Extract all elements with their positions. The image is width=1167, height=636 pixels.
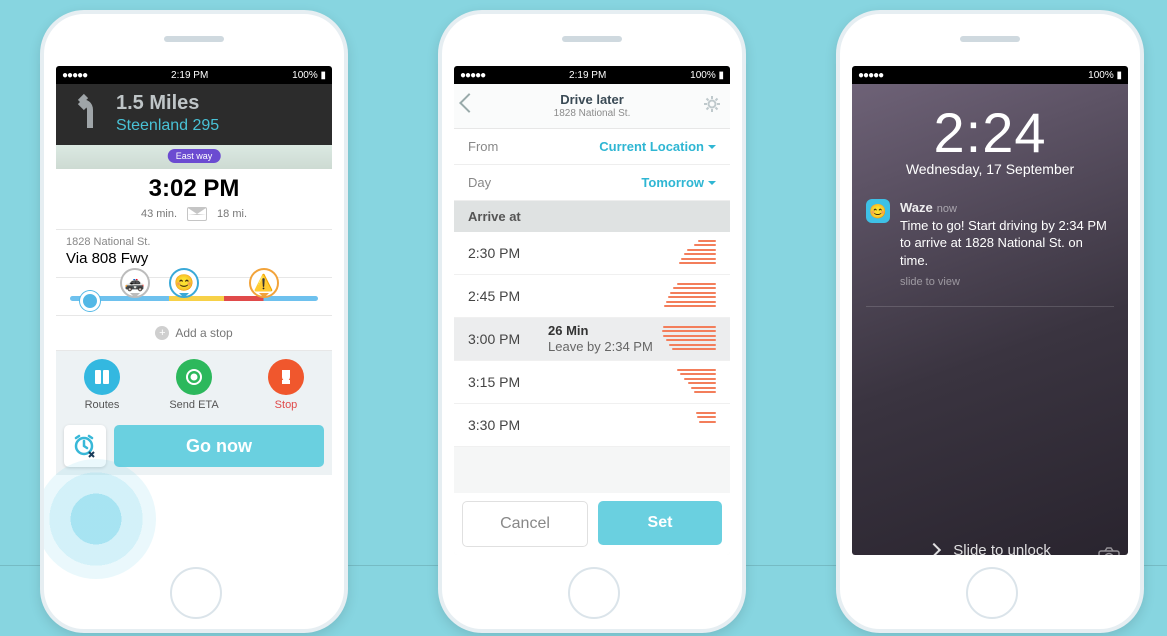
- stop-icon: [268, 359, 304, 395]
- header: Drive later 1828 National St.: [454, 84, 730, 129]
- destination-address: 1828 National St.: [66, 236, 322, 248]
- time-slot[interactable]: 2:45 PM: [454, 275, 730, 318]
- progress-handle[interactable]: [80, 291, 100, 311]
- status-time: 2:19 PM: [171, 70, 208, 81]
- battery-label: 100% ▮: [690, 70, 724, 81]
- time-slot-selected[interactable]: 3:00 PM 26 Min Leave by 2:34 PM: [454, 318, 730, 361]
- nav-instruction: 1.5 Miles Steenland 295: [56, 84, 332, 145]
- chevron-down-icon: [708, 145, 716, 153]
- phone-drive-later: ●●●●● 2:19 PM 100% ▮ Drive later 1828 Na…: [438, 10, 746, 633]
- eta-card: 3:02 PM 43 min. 18 mi.: [56, 169, 332, 230]
- add-stop-label: Add a stop: [175, 326, 232, 340]
- gear-icon[interactable]: [702, 94, 722, 114]
- phone-lockscreen: ●●●●● 100% ▮ 2:24 Wednesday, 17 Septembe…: [836, 10, 1144, 633]
- report-car-icon[interactable]: 🚓: [120, 268, 150, 298]
- battery-label: 100% ▮: [292, 70, 326, 81]
- route-name-pill: East way: [168, 149, 221, 163]
- header-title: Drive later: [554, 92, 631, 108]
- send-eta-button[interactable]: Send ETA: [148, 351, 240, 417]
- send-eta-icon: [176, 359, 212, 395]
- turn-left-icon: [66, 92, 106, 132]
- destination-card[interactable]: 1828 National St. Via 808 Fwy: [56, 230, 332, 278]
- arrive-at-header: Arrive at: [454, 201, 730, 232]
- routes-icon: [84, 359, 120, 395]
- chevron-down-icon: [708, 181, 716, 189]
- waze-app-icon: 😊: [866, 199, 890, 223]
- stop-button[interactable]: Stop: [240, 351, 332, 417]
- clock-time: 2:24: [852, 100, 1128, 165]
- from-value: Current Location: [599, 139, 704, 154]
- time-picker[interactable]: 2:30 PM 2:45 PM 3:00 PM 26 Min Leave by …: [454, 232, 730, 447]
- report-hazard-icon[interactable]: ⚠️: [249, 268, 279, 298]
- cancel-button[interactable]: Cancel: [462, 501, 588, 547]
- drive-later-button[interactable]: [64, 425, 106, 467]
- report-wazer-icon[interactable]: 😊: [169, 268, 199, 298]
- bottom-bar: Go now: [56, 417, 332, 475]
- time-slot[interactable]: 3:15 PM: [454, 361, 730, 404]
- time-slot[interactable]: 3:30 PM: [454, 404, 730, 447]
- action-row: Routes Send ETA Stop: [56, 351, 332, 417]
- status-bar: ●●●●● 100% ▮: [852, 66, 1128, 84]
- plus-icon: +: [155, 326, 169, 340]
- routes-button[interactable]: Routes: [56, 351, 148, 417]
- signal-icon: ●●●●●: [858, 70, 883, 81]
- battery-label: 100% ▮: [1088, 70, 1122, 81]
- eta-duration: 43 min.: [141, 208, 177, 220]
- destination-via: Via 808 Fwy: [66, 250, 322, 267]
- go-now-button[interactable]: Go now: [114, 425, 324, 467]
- selected-details: 26 Min Leave by 2:34 PM: [548, 323, 653, 354]
- day-row[interactable]: Day Tomorrow: [454, 165, 730, 201]
- clock-date: Wednesday, 17 September: [852, 161, 1128, 177]
- day-value: Tomorrow: [641, 175, 704, 190]
- phone-navigation: ●●●●● 2:19 PM 100% ▮ 1.5 Miles Steenland…: [40, 10, 348, 633]
- envelope-icon: [187, 207, 207, 221]
- eta-distance: 18 mi.: [217, 208, 247, 220]
- header-subtitle: 1828 National St.: [554, 108, 631, 120]
- back-icon[interactable]: [459, 93, 479, 113]
- clock-icon: [72, 433, 98, 459]
- nav-road: Steenland 295: [116, 117, 219, 135]
- lock-clock: 2:24 Wednesday, 17 September: [852, 84, 1128, 177]
- notification-body: Time to go! Start driving by 2:34 PM to …: [900, 217, 1114, 270]
- status-time: 2:19 PM: [569, 70, 606, 81]
- time-slot[interactable]: 2:30 PM: [454, 232, 730, 275]
- signal-icon: ●●●●●: [460, 70, 485, 81]
- signal-icon: ●●●●●: [62, 70, 87, 81]
- notification-hint: slide to view: [900, 275, 1114, 290]
- status-bar: ●●●●● 2:19 PM 100% ▮: [56, 66, 332, 84]
- slide-to-unlock[interactable]: Slide to unlock: [852, 542, 1128, 555]
- eta-time: 3:02 PM: [56, 175, 332, 203]
- from-row[interactable]: From Current Location: [454, 129, 730, 165]
- map-peek: East way: [56, 145, 332, 169]
- notification[interactable]: 😊 Wazenow Time to go! Start driving by 2…: [866, 199, 1114, 307]
- add-stop-button[interactable]: + Add a stop: [56, 316, 332, 351]
- camera-icon[interactable]: [1098, 547, 1120, 555]
- set-button[interactable]: Set: [598, 501, 722, 545]
- notification-header: Wazenow: [900, 199, 1114, 217]
- status-bar: ●●●●● 2:19 PM 100% ▮: [454, 66, 730, 84]
- chevron-right-icon: [927, 543, 941, 555]
- nav-distance: 1.5 Miles: [116, 92, 219, 115]
- traffic-bar[interactable]: 🚓 😊 ⚠️: [56, 278, 332, 316]
